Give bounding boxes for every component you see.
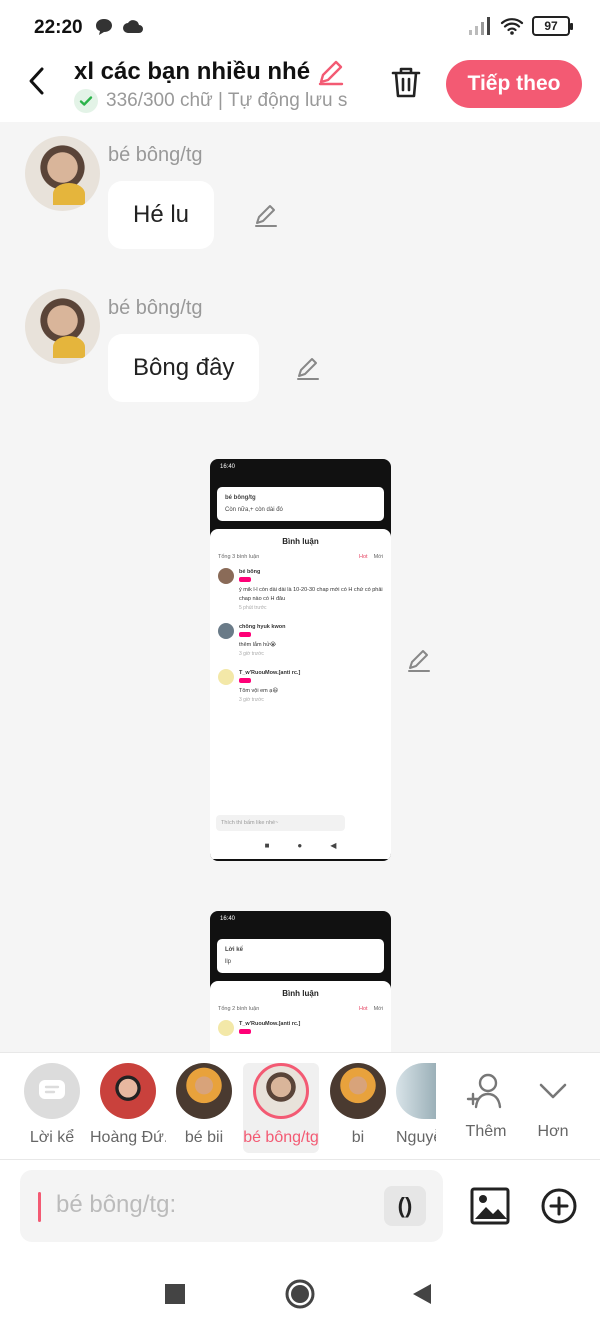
system-icons: 97: [468, 16, 573, 36]
embedded-comment: bé bông ý mik l-l còn dài dài là 10-20-3…: [218, 568, 383, 613]
narrator-icon: [24, 1063, 80, 1119]
speaker-label: bi: [351, 1129, 365, 1146]
speaker-narrator[interactable]: Lời kể: [14, 1063, 90, 1153]
title-row[interactable]: xl các bạn nhiều nhé: [74, 57, 346, 87]
parenthesis-button[interactable]: (): [384, 1186, 426, 1226]
message-input[interactable]: bé bông/tg: (): [20, 1170, 443, 1242]
square-icon: [165, 1284, 185, 1304]
embedded-quote: Lời kể llp: [217, 939, 384, 973]
speaker-item[interactable]: Hoàng Đứ...: [90, 1063, 166, 1153]
edit-message-button[interactable]: [251, 200, 281, 230]
delete-button[interactable]: [386, 62, 426, 102]
triangle-back-icon: [413, 1284, 431, 1304]
chat-area[interactable]: bé bông/tg Hé lu bé bông/tg Bông đây 16:…: [0, 122, 600, 1052]
circle-icon: [285, 1279, 315, 1309]
edit-message-button[interactable]: [404, 645, 434, 675]
home-button[interactable]: [283, 1277, 317, 1311]
status-bar: 22:20 97: [0, 0, 600, 56]
save-status: 336/300 chữ | Tự động lưu s: [74, 89, 360, 113]
avatar: [396, 1063, 436, 1119]
avatar: [176, 1063, 232, 1119]
avatar[interactable]: [25, 136, 100, 211]
clock: 22:20: [34, 17, 83, 38]
system-nav-bar: [0, 1252, 600, 1333]
story-title[interactable]: xl các bạn nhiều nhé: [74, 58, 310, 86]
chat-notification-icon: [96, 19, 112, 35]
image-message[interactable]: 16:40 bé bông/tg Còn nữa,+ còn dài đó Bì…: [210, 459, 391, 861]
wifi-icon: [500, 18, 524, 35]
add-button[interactable]: [538, 1185, 580, 1227]
message-bubble[interactable]: Hé lu: [108, 181, 215, 249]
speaker-label: bé bông/tg: [243, 1129, 319, 1146]
chevron-down-icon: [525, 1063, 581, 1119]
edit-title-icon[interactable]: [316, 57, 346, 87]
notification-icons: [94, 17, 144, 37]
next-button[interactable]: Tiếp theo: [446, 60, 582, 108]
embedded-quote: bé bông/tg Còn nữa,+ còn dài đó: [217, 487, 384, 521]
embedded-status: 16:40: [220, 464, 236, 470]
embedded-comment-panel: Bình luận Tổng 2 bình luận Hot Mới T_w'Ru…: [210, 981, 391, 1052]
composer: bé bông/tg: (): [0, 1160, 600, 1252]
speaker-label: Hoàng Đứ...: [90, 1129, 166, 1146]
cloud-icon: [123, 20, 143, 33]
avatar: [330, 1063, 386, 1119]
embedded-status: 16:40: [220, 916, 236, 922]
back-button[interactable]: [20, 64, 54, 98]
pencil-icon: [297, 358, 319, 380]
speaker-item[interactable]: Nguyễ: [396, 1063, 436, 1153]
text-caret: [38, 1192, 41, 1222]
signal-icon: [469, 17, 490, 35]
speaker-item[interactable]: bi: [320, 1063, 396, 1153]
speaker-prefix: bé bông/tg:: [56, 1191, 177, 1218]
chevron-left-icon: [29, 67, 44, 95]
embedded-comment: T_w'RuouMow.[anti rc.] Tôm vội em ạ😆 3 g…: [218, 669, 383, 705]
embedded-comment: chông hyuk kwon thêm lắm hử😭 3 giờ trước: [218, 623, 383, 659]
message-sender: bé bông/tg: [108, 144, 203, 166]
speaker-item-active[interactable]: bé bông/tg: [243, 1063, 319, 1153]
speaker-label: bé bii: [184, 1129, 224, 1146]
image-icon: [470, 1187, 510, 1225]
message-bubble[interactable]: Bông đây: [108, 334, 260, 402]
add-speaker-label: Thêm: [465, 1123, 507, 1140]
back-nav-button[interactable]: [405, 1277, 439, 1311]
trash-icon: [391, 67, 421, 98]
speaker-label: Nguyễ: [396, 1129, 436, 1146]
editor-header: xl các bạn nhiều nhé 336/300 chữ | Tự độ…: [0, 56, 600, 122]
speaker-selector: Lời kể Hoàng Đứ... bé bii bé bông/tg bi …: [0, 1052, 600, 1160]
add-speaker-button[interactable]: Thêm: [448, 1063, 524, 1153]
more-speakers-label: Hơn: [537, 1123, 569, 1140]
more-speakers-button[interactable]: Hơn: [515, 1063, 591, 1153]
speaker-label: Lời kể: [29, 1129, 75, 1146]
message-sender: bé bông/tg: [108, 297, 203, 319]
avatar: [253, 1063, 309, 1119]
pencil-icon: [408, 650, 430, 672]
image-message[interactable]: 16:40 Lời kể llp Bình luận Tổng 2 bình l…: [210, 911, 391, 1052]
avatar[interactable]: [25, 289, 100, 364]
edit-message-button[interactable]: [293, 353, 323, 383]
plus-circle-icon: [541, 1188, 577, 1224]
check-icon: [74, 89, 98, 113]
word-count-status: 336/300 chữ | Tự động lưu s: [106, 90, 348, 111]
add-user-icon: [458, 1063, 514, 1119]
image-button[interactable]: [469, 1185, 511, 1227]
avatar: [100, 1063, 156, 1119]
pencil-icon: [255, 205, 277, 227]
embedded-comment-panel: Bình luận Tổng 3 bình luận Hot Mới bé bôn…: [210, 529, 391, 859]
embedded-comment: T_w'RuouMow.[anti rc.]: [218, 1020, 383, 1038]
battery-indicator: 97: [532, 16, 573, 36]
speaker-item[interactable]: bé bii: [166, 1063, 242, 1153]
recents-button[interactable]: [158, 1277, 192, 1311]
